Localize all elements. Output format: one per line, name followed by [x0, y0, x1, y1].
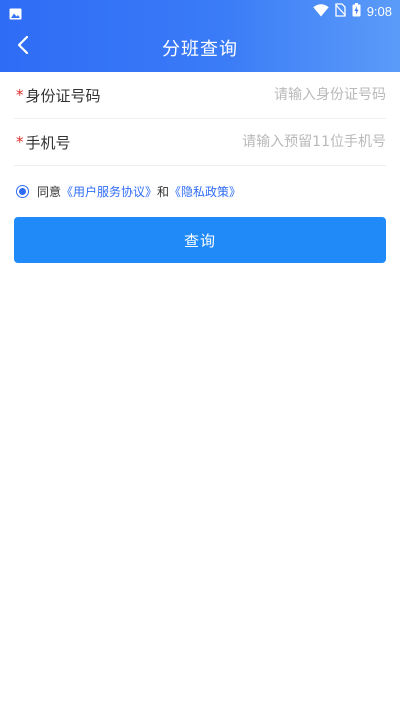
- query-form: * 身份证号码 * 手机号: [14, 72, 386, 166]
- page-title: 分班查询: [162, 39, 238, 60]
- agreement-radio[interactable]: [16, 184, 29, 198]
- wifi-icon: [312, 2, 329, 21]
- phone-row: * 手机号: [14, 119, 386, 166]
- id-card-row: * 身份证号码: [14, 72, 386, 119]
- image-icon: [9, 5, 22, 20]
- privacy-policy-link[interactable]: 《隐私政策》: [169, 183, 241, 200]
- sim-off-icon: [334, 2, 346, 21]
- status-bar: 9:08: [0, 0, 400, 22]
- user-agreement-link[interactable]: 《用户服务协议》: [61, 183, 157, 200]
- status-icons: 9:08: [312, 0, 392, 22]
- app-header: 9:08 分班查询: [0, 0, 400, 72]
- id-card-label: 身份证号码: [25, 86, 101, 105]
- id-card-input[interactable]: [186, 72, 386, 118]
- agreement-row: 同意 《用户服务协议》 和 《隐私政策》: [16, 181, 241, 201]
- query-button[interactable]: 查询: [14, 217, 386, 263]
- phone-input[interactable]: [186, 119, 386, 165]
- status-time: 9:08: [366, 3, 392, 19]
- agreement-prefix: 同意: [37, 184, 62, 199]
- phone-label: 手机号: [25, 133, 71, 152]
- agreement-and: 和: [157, 184, 170, 199]
- navigation-bar: 分班查询: [0, 22, 400, 72]
- required-mark: *: [16, 86, 24, 104]
- radio-checked-dot: [19, 187, 26, 195]
- battery-charging-icon: [352, 2, 361, 21]
- required-mark: *: [16, 133, 24, 151]
